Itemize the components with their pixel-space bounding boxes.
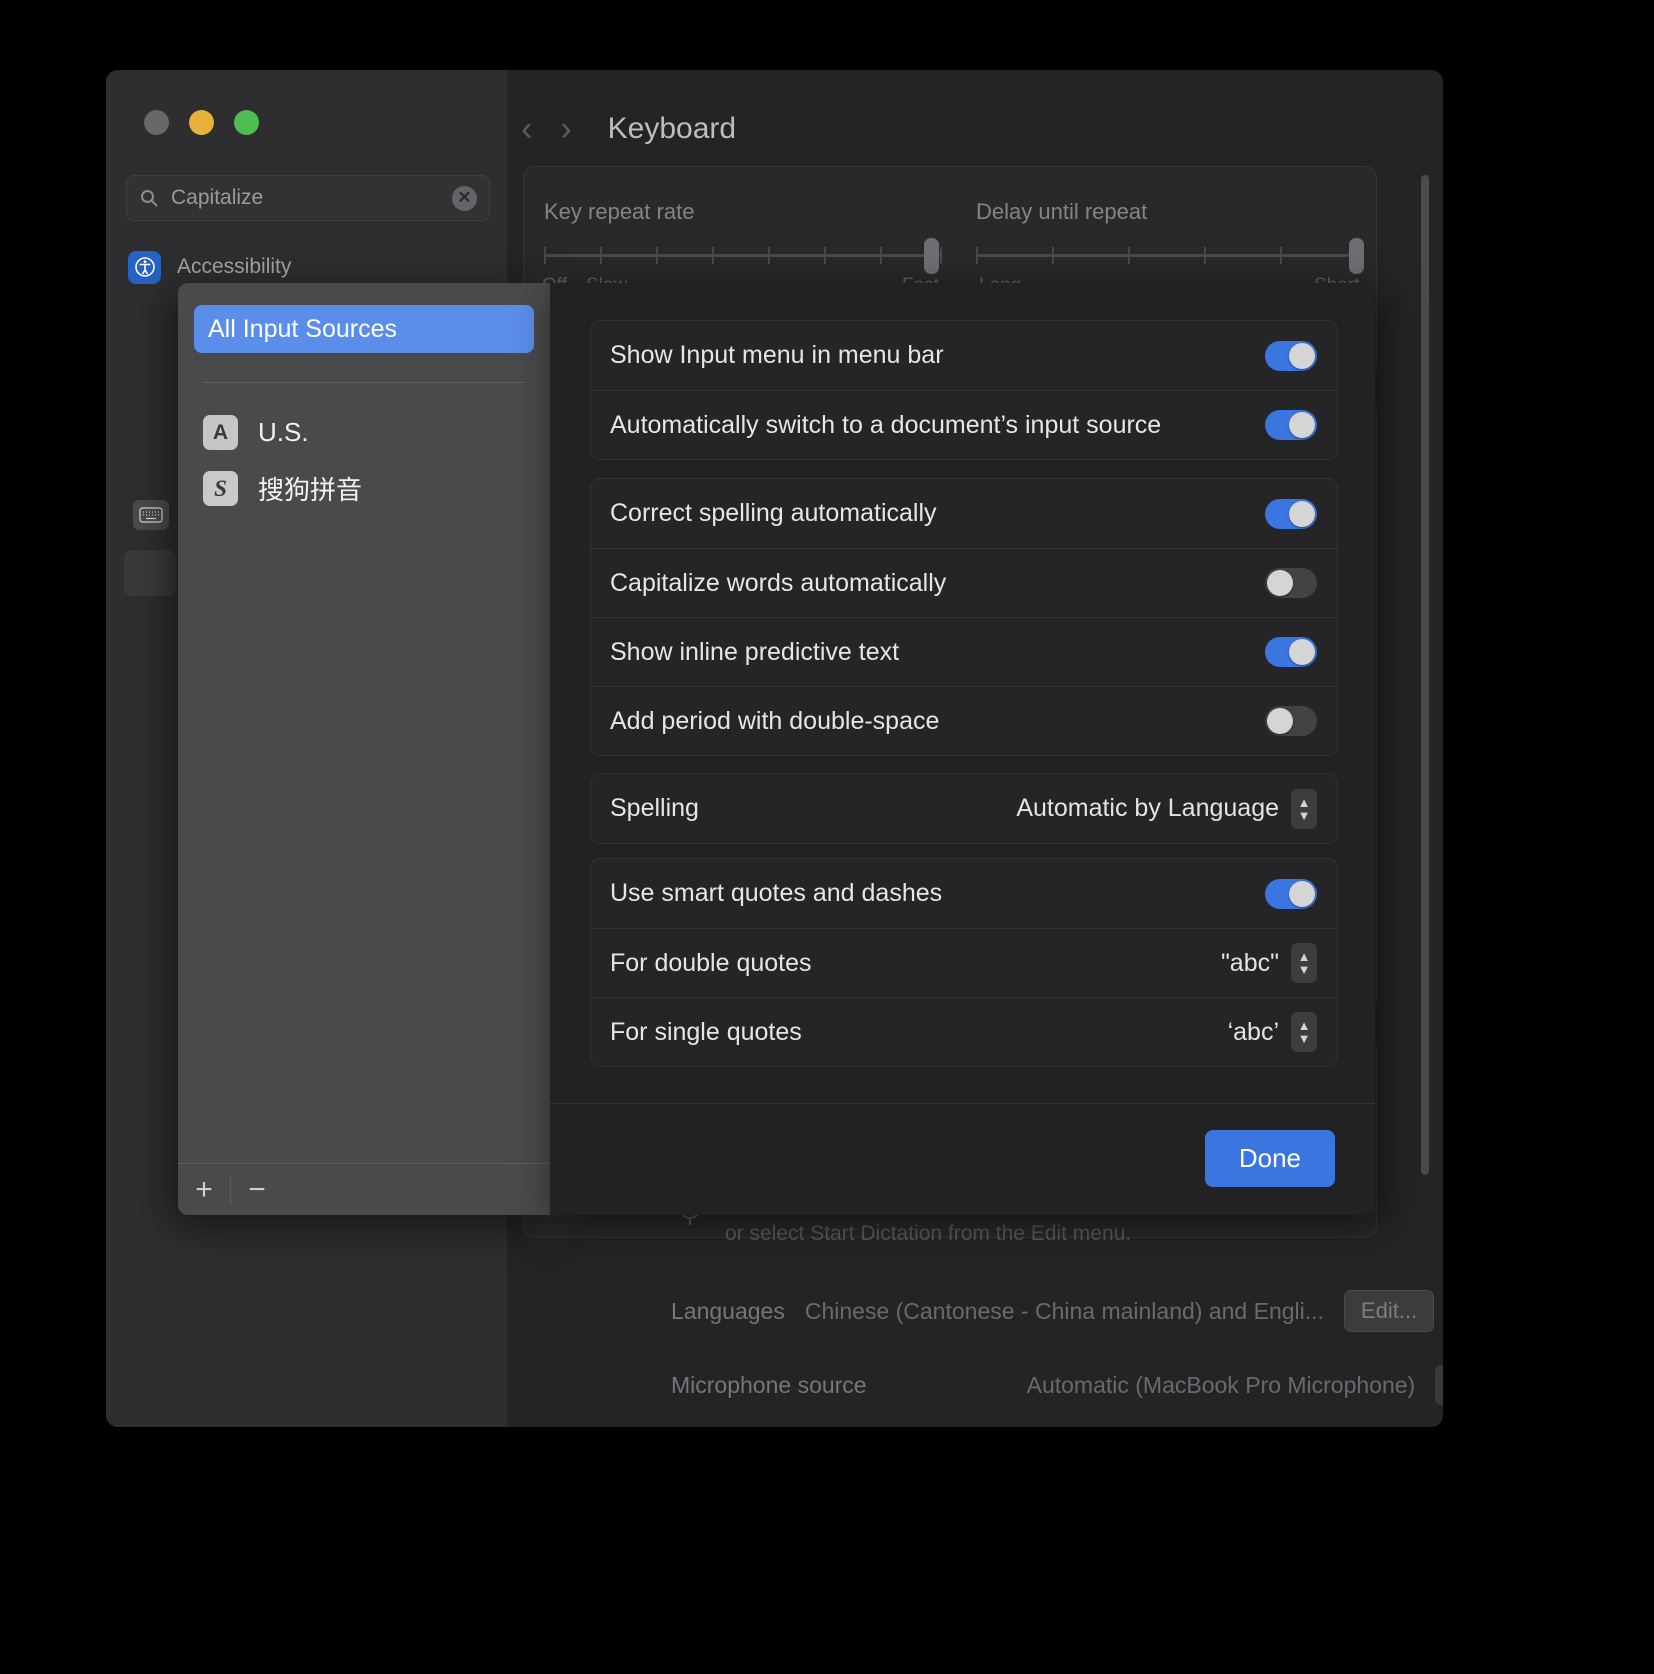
inline-predictive-text-row[interactable]: Show inline predictive text (591, 617, 1337, 686)
list-footer-toolbar: + − (178, 1163, 550, 1215)
inline-predictive-text-toggle[interactable] (1265, 637, 1317, 667)
microphone-value: Automatic (MacBook Pro Microphone) (1026, 1371, 1416, 1398)
microphone-label: Microphone source (671, 1371, 867, 1398)
chevron-right-icon[interactable]: › (546, 112, 585, 146)
screen: Capitalize ✕ Accessibility ‹ › Keyboard … (0, 0, 1654, 1674)
capitalize-words-row[interactable]: Capitalize words automatically (591, 548, 1337, 617)
show-input-menu-label: Show Input menu in menu bar (610, 341, 944, 369)
minimize-button[interactable] (189, 110, 214, 135)
spelling-value: Automatic by Language (1016, 794, 1279, 822)
us-keyboard-icon: A (203, 415, 238, 450)
delay-repeat-knob[interactable] (1349, 238, 1364, 274)
single-quotes-row[interactable]: For single quotes ‘abc’ ▲ ▼ (591, 997, 1337, 1066)
languages-edit-button[interactable]: Edit... (1343, 1290, 1435, 1332)
use-smart-quotes-label: Use smart quotes and dashes (610, 879, 943, 907)
search-field[interactable]: Capitalize ✕ (126, 175, 490, 221)
list-item-label: 搜狗拼音 (258, 475, 363, 505)
double-quotes-label: For double quotes (610, 948, 812, 977)
delay-repeat-slider[interactable] (976, 238, 1364, 274)
add-period-double-space-toggle[interactable] (1265, 706, 1317, 736)
capitalize-words-label: Capitalize words automatically (610, 568, 947, 597)
text-input-group: Correct spelling automatically Capitaliz… (590, 478, 1338, 756)
spelling-group: Spelling Automatic by Language ▲ ▼ (590, 773, 1338, 844)
languages-row[interactable]: Languages Chinese (Cantonese - China mai… (671, 1290, 1443, 1332)
sheet-footer-divider (550, 1103, 1375, 1104)
delay-repeat-label: Delay until repeat (976, 199, 1148, 224)
nav-bar: ‹ › Keyboard (507, 94, 1443, 164)
languages-label: Languages (671, 1297, 785, 1324)
single-quotes-popup-stepper-icon[interactable]: ▲ ▼ (1291, 1012, 1317, 1052)
input-menu-group: Show Input menu in menu bar Automaticall… (590, 320, 1338, 460)
correct-spelling-row[interactable]: Correct spelling automatically (591, 479, 1337, 548)
all-input-sources-item[interactable]: All Input Sources (194, 305, 534, 353)
capitalize-words-toggle[interactable] (1265, 568, 1317, 598)
close-button[interactable] (144, 110, 169, 135)
add-period-double-space-row[interactable]: Add period with double-space (591, 686, 1337, 755)
use-smart-quotes-toggle[interactable] (1265, 878, 1317, 909)
keyboard-icon (133, 500, 169, 530)
single-quotes-label: For single quotes (610, 1017, 802, 1046)
auto-switch-source-toggle[interactable] (1265, 410, 1317, 440)
key-repeat-knob[interactable] (924, 238, 939, 274)
input-sources-list-pane: All Input Sources A U.S. S 搜狗拼音 + − (178, 283, 550, 1215)
page-title: Keyboard (607, 112, 737, 145)
add-input-source-button[interactable]: + (178, 1164, 230, 1215)
languages-value: Chinese (Cantonese - China mainland) and… (804, 1297, 1324, 1324)
sidebar-item-placeholder[interactable] (124, 550, 176, 596)
dictation-hint: or select Start Dictation from the Edit … (725, 1222, 1132, 1245)
add-period-double-space-label: Add period with double-space (610, 706, 940, 735)
chevron-left-icon[interactable]: ‹ (507, 112, 546, 146)
done-button[interactable]: Done (1204, 1130, 1335, 1187)
microphone-row[interactable]: Microphone source Automatic (MacBook Pro… (671, 1365, 1443, 1405)
double-quotes-popup-stepper-icon[interactable]: ▲ ▼ (1291, 943, 1317, 983)
content-scrollbar[interactable] (1421, 175, 1429, 1175)
list-item-label: U.S. (258, 417, 309, 447)
show-input-menu-row[interactable]: Show Input menu in menu bar (591, 321, 1337, 390)
inline-predictive-text-label: Show inline predictive text (610, 637, 900, 666)
search-icon (141, 190, 158, 207)
spelling-row[interactable]: Spelling Automatic by Language ▲ ▼ (591, 774, 1337, 843)
auto-switch-source-row[interactable]: Automatically switch to a document’s inp… (591, 390, 1337, 459)
key-repeat-label: Key repeat rate (544, 199, 695, 224)
window-controls[interactable] (144, 110, 259, 135)
spelling-popup-stepper-icon[interactable]: ▲ ▼ (1291, 788, 1317, 829)
zoom-button[interactable] (234, 110, 259, 135)
list-item[interactable]: S 搜狗拼音 (203, 470, 362, 507)
correct-spelling-label: Correct spelling automatically (610, 499, 937, 527)
use-smart-quotes-row[interactable]: Use smart quotes and dashes (591, 859, 1337, 928)
accessibility-icon (128, 250, 161, 284)
key-repeat-slider[interactable] (544, 238, 942, 274)
single-quotes-value: ‘abc’ (1227, 1017, 1279, 1046)
sogou-pinyin-icon: S (203, 471, 238, 506)
auto-switch-source-label: Automatically switch to a document’s inp… (610, 410, 1162, 439)
list-item[interactable]: A U.S. (203, 415, 309, 450)
sidebar-item-label: Accessibility (177, 255, 292, 278)
double-quotes-row[interactable]: For double quotes "abc" ▲ ▼ (591, 928, 1337, 997)
remove-input-source-button[interactable]: − (231, 1164, 283, 1215)
search-input[interactable]: Capitalize (171, 186, 440, 210)
input-sources-detail-pane: Show Input menu in menu bar Automaticall… (550, 283, 1375, 1215)
clear-icon[interactable]: ✕ (452, 185, 477, 211)
double-quotes-value: "abc" (1220, 948, 1279, 977)
microphone-stepper-icon[interactable]: ▲▼ (1435, 1365, 1443, 1405)
list-divider (203, 382, 525, 383)
spelling-label: Spelling (610, 794, 699, 822)
correct-spelling-toggle[interactable] (1265, 498, 1317, 529)
show-input-menu-toggle[interactable] (1265, 340, 1317, 371)
smart-quotes-group: Use smart quotes and dashes For double q… (590, 858, 1338, 1067)
